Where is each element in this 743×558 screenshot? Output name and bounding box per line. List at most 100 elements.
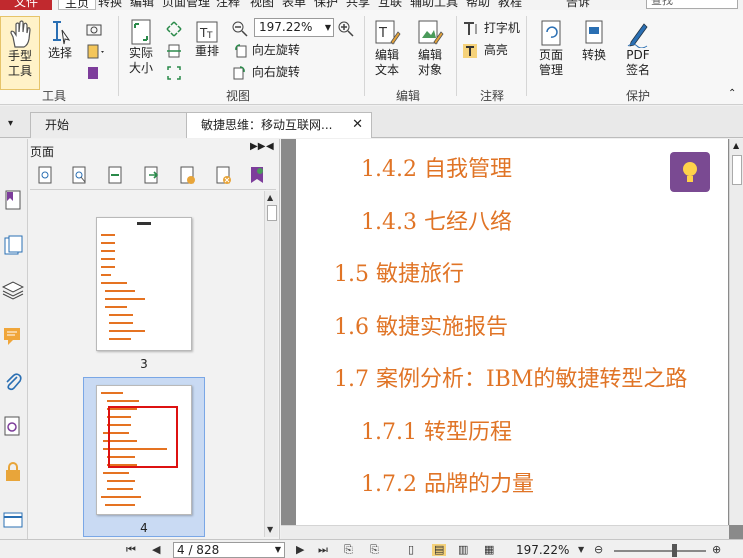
menu-view[interactable]: 视图	[250, 0, 274, 10]
pages-icon[interactable]	[2, 235, 24, 257]
next-page-icon[interactable]: ▶	[296, 544, 304, 556]
tab-document[interactable]: 敏捷思维：移动互联网... ✕	[186, 112, 372, 138]
menu-home[interactable]: 主页	[58, 0, 96, 10]
expand-panel-icon[interactable]: ▶▶	[250, 141, 265, 152]
reflow-button[interactable]: TT 重排	[190, 20, 224, 80]
tips-button[interactable]	[670, 152, 710, 192]
toc-entry[interactable]: 1.5 敏捷旅行	[334, 256, 464, 288]
thumbnail-visible-area-box[interactable]	[108, 406, 178, 468]
snapshot-button[interactable]	[86, 20, 102, 36]
toc-entry[interactable]: 1.7.1 转型历程	[361, 414, 512, 446]
clipboard-button[interactable]	[86, 42, 106, 59]
tab-start[interactable]: 开始	[30, 112, 188, 138]
zoom-slider-track[interactable]	[614, 550, 706, 552]
extract-page-icon[interactable]	[142, 165, 160, 185]
page-management-button[interactable]: 页面 管理	[530, 18, 572, 90]
zoom-out-icon[interactable]: ⊖	[594, 544, 603, 556]
rotate-right-button[interactable]: 向右旋转	[232, 64, 300, 81]
search-input[interactable]: 查找	[646, 0, 738, 9]
toc-entry[interactable]: 1.7.2 品牌的力量	[361, 466, 534, 498]
scroll-up-icon[interactable]: ▲	[733, 141, 739, 150]
hand-tool-button[interactable]: 手型 工具	[0, 16, 40, 90]
scroll-down-icon[interactable]: ▼	[267, 525, 273, 534]
scroll-up-icon[interactable]: ▲	[267, 193, 273, 202]
bookmark-icon[interactable]	[2, 189, 24, 211]
edit-object-button[interactable]: 编辑 对象	[410, 18, 450, 90]
toc-entry[interactable]: 1.7 案例分析：IBM的敏捷转型之路	[334, 361, 687, 393]
signature-icon[interactable]	[2, 415, 24, 437]
fit-width-button[interactable]	[166, 42, 182, 59]
first-page-icon[interactable]: ⏮	[126, 544, 136, 556]
zoom-slider-knob[interactable]	[672, 544, 677, 557]
fit-page-icon	[166, 20, 182, 37]
close-icon[interactable]: ✕	[352, 113, 363, 137]
collapse-panel-icon[interactable]: ◀	[266, 141, 274, 152]
page-properties-icon[interactable]	[248, 165, 266, 185]
toc-entry[interactable]: 1.6 敏捷实施报告	[334, 309, 508, 341]
rotate-left-button[interactable]: 向左旋转	[232, 42, 300, 59]
last-page-icon[interactable]: ⏭	[318, 544, 328, 556]
zoom-dropdown-icon[interactable]: ▼	[578, 544, 584, 556]
panel-scroll-thumb[interactable]	[267, 205, 277, 221]
zoom-select[interactable]: 197.22% ▼	[254, 18, 334, 37]
highlight-button[interactable]: 高亮	[462, 42, 508, 59]
lock-icon[interactable]	[2, 461, 24, 483]
convert-button[interactable]: 转换	[576, 18, 612, 90]
pdf-sign-button[interactable]: PDF 签名	[618, 18, 658, 90]
zoom-in-icon[interactable]: ⊕	[712, 544, 721, 556]
menu-help[interactable]: 帮助	[466, 0, 490, 10]
single-page-icon[interactable]: ▯	[408, 544, 414, 556]
edit-text-button[interactable]: T 编辑 文本	[368, 18, 406, 90]
document-scroll-thumb[interactable]	[732, 155, 742, 185]
menu-tutorial[interactable]: 教程	[498, 0, 522, 10]
typewriter-button[interactable]: 打字机	[462, 20, 520, 37]
thumb-line	[101, 242, 115, 244]
page-thumbnail-3[interactable]	[96, 217, 192, 351]
zoom-in-icon	[338, 21, 354, 37]
delete-page-icon[interactable]	[214, 165, 232, 185]
document-scrollbar-horizontal[interactable]	[281, 525, 729, 539]
menu-protect[interactable]: 保护	[314, 0, 338, 10]
menu-connect[interactable]: 互联	[378, 0, 402, 10]
previous-page-icon[interactable]: ◀	[152, 544, 160, 556]
menu-convert[interactable]: 转换	[98, 0, 122, 10]
page-thumbnail-4[interactable]	[96, 385, 192, 515]
next-view-icon[interactable]: ⎘	[370, 544, 379, 556]
document-viewport[interactable]: 1.4.2 自我管理 1.4.3 七经八络 1.5 敏捷旅行 1.6 敏捷实施报…	[281, 139, 743, 539]
insert-page-icon[interactable]	[106, 165, 124, 185]
menu-file[interactable]: 文件	[0, 0, 52, 10]
object-select-button[interactable]	[86, 64, 102, 81]
continuous-page-icon[interactable]: ▤	[432, 544, 447, 556]
comment-icon[interactable]	[2, 325, 24, 347]
menu-tell-me[interactable]: 告诉	[566, 0, 590, 10]
page-number-input[interactable]: 4 / 828 ▼	[173, 542, 285, 558]
form-icon[interactable]	[2, 509, 24, 531]
fit-page-button[interactable]	[166, 20, 182, 37]
previous-view-icon[interactable]: ⎘	[344, 544, 353, 556]
collapse-ribbon-icon[interactable]: ⌃	[728, 88, 736, 99]
menu-share[interactable]: 共享	[346, 0, 370, 10]
toc-entry[interactable]: 1.4.3 七经八络	[361, 204, 512, 236]
attachment-icon[interactable]	[2, 371, 24, 393]
continuous-facing-icon[interactable]: ▦	[484, 544, 494, 556]
add-page-icon[interactable]	[178, 165, 196, 185]
document-scrollbar-vertical[interactable]: ▲	[729, 139, 743, 525]
zoom-out-page-icon[interactable]	[70, 165, 88, 185]
select-tool-button[interactable]: 选择	[44, 18, 76, 78]
zoom-out-button[interactable]	[232, 20, 248, 37]
menu-edit[interactable]: 编辑	[130, 0, 154, 10]
menu-form[interactable]: 表单	[282, 0, 306, 10]
menu-page-management[interactable]: 页面管理	[162, 0, 210, 10]
actual-size-button[interactable]: 实际 大小	[122, 18, 160, 88]
facing-page-icon[interactable]: ▥	[458, 544, 468, 556]
toc-entry[interactable]: 1.4.2 自我管理	[361, 151, 512, 183]
menu-annotate[interactable]: 注释	[216, 0, 240, 10]
zoom-in-button[interactable]	[338, 20, 354, 37]
tab-scroll-icon[interactable]: ▾	[8, 118, 13, 129]
thumb-line	[101, 258, 115, 260]
panel-scrollbar[interactable]: ▲ ▼	[264, 191, 278, 537]
zoom-in-page-icon[interactable]	[36, 165, 54, 185]
layers-icon[interactable]	[2, 279, 24, 301]
menu-accessibility[interactable]: 辅助工具	[410, 0, 458, 10]
fit-visible-button[interactable]	[166, 64, 182, 81]
